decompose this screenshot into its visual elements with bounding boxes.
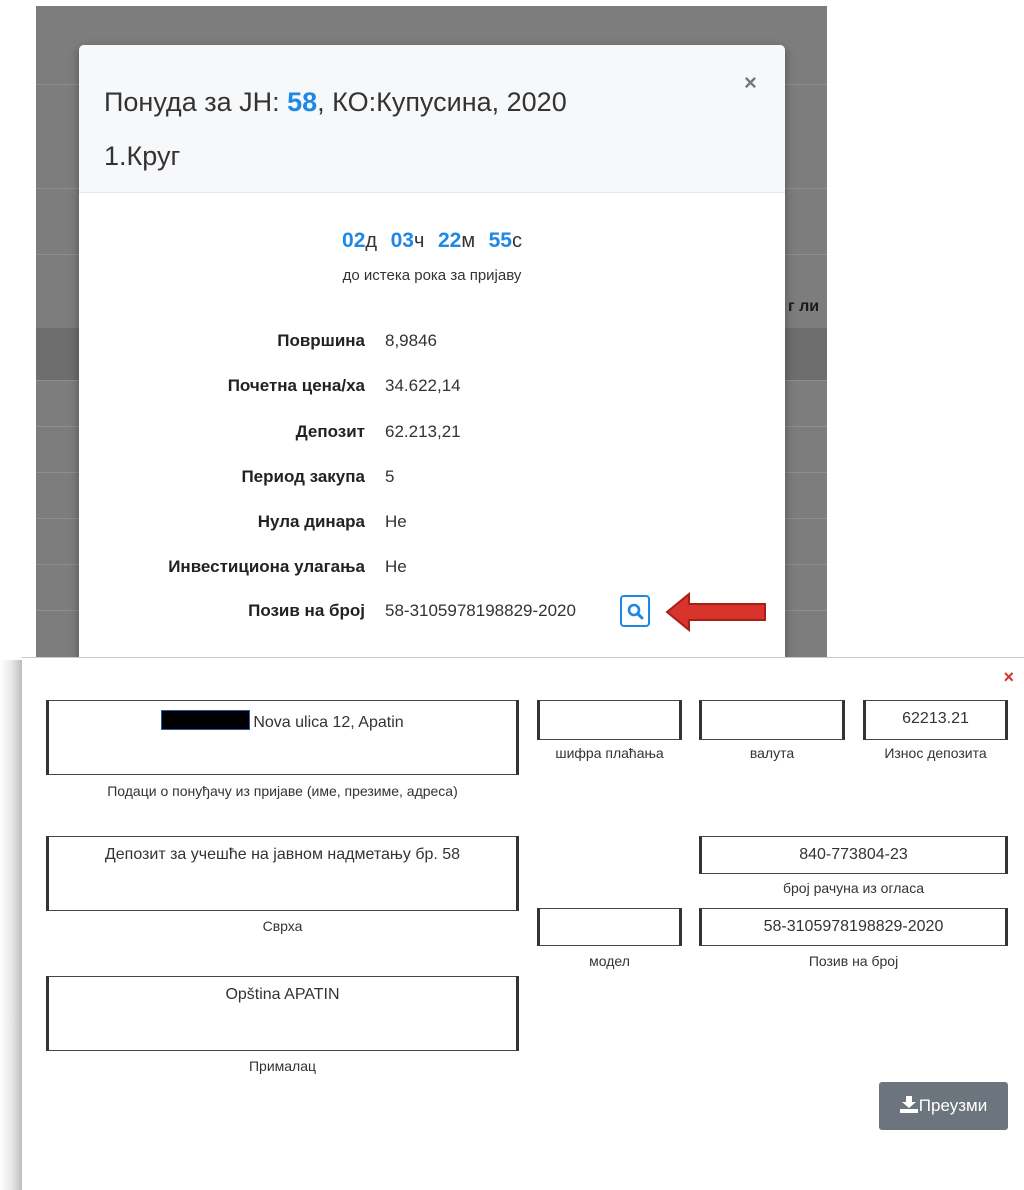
countdown-caption: до истека рока за пријаву [342,267,522,284]
background-page-text: г ли [788,298,820,315]
field-value: Не [385,557,407,576]
slip-shadow [0,660,22,1190]
countdown-timer: 02д 03ч 22м 55с [79,229,785,253]
field-value: 34.622,14 [385,376,461,395]
field-value: 8,9846 [385,331,437,350]
redacted-name [161,710,251,730]
purpose-field[interactable]: Депозит за учешће на јавном надметању бр… [46,836,519,911]
reference-number-label: Позив на број [808,953,899,969]
modal-header: Понуда за ЈН: 58, КО:Купусина, 2020 1.Кр… [79,45,785,193]
close-icon[interactable]: × [744,72,757,94]
download-label: Преузми [918,1096,988,1115]
field-label: Нула динара [257,512,365,531]
payer-value: Nova ulica 12, Apatin [253,714,404,731]
payer-field[interactable]: Nova ulica 12, Apatin [46,700,519,775]
title-prefix: Понуда за ЈН: [104,87,288,117]
field-value: 58-3105978198829-2020 [385,601,576,620]
recipient-field[interactable]: Opština APATIN [46,976,519,1051]
search-icon [627,603,644,620]
close-icon[interactable]: × [1003,668,1014,686]
field-label: Површина [277,331,365,350]
field-row-lease-period: Период закупа 5 [79,467,785,493]
field-label: Депозит [295,422,365,441]
amount-field[interactable]: 62213.21 [863,700,1008,740]
countdown-hours: 03 [390,229,414,252]
field-value: 5 [385,467,395,486]
field-label: Период закупа [241,467,365,486]
reference-number-field[interactable]: 58-3105978198829-2020 [699,908,1008,946]
account-number-field[interactable]: 840-773804-23 [699,836,1008,874]
download-icon [899,1096,918,1113]
reference-search-button[interactable] [620,595,650,627]
model-field[interactable] [537,908,682,946]
field-row-zero-dinars: Нула динара Не [79,512,785,538]
account-number-label: број рачуна из огласа [782,880,924,896]
title-suffix: , КО:Купусина, 2020 [317,87,567,117]
field-label: Почетна цена/ха [227,376,365,395]
field-value: 62.213,21 [385,422,461,441]
field-row-deposit: Депозит 62.213,21 [79,422,785,448]
field-value: Не [385,512,407,531]
field-row-area: Површина 8,9846 [79,331,785,357]
payer-label: Подаци о понуђачу из пријаве (име, прези… [107,783,458,799]
field-label: Инвестициона улагања [168,557,365,576]
field-label: Позив на број [248,601,365,620]
red-arrow-annotation [665,591,766,633]
payment-code-field[interactable] [537,700,682,740]
countdown-hours-unit: ч [413,230,425,252]
countdown-days: 02 [342,229,366,252]
countdown-minutes: 22 [437,229,462,252]
countdown-seconds: 55 [488,229,512,252]
field-row-start-price: Почетна цена/ха 34.622,14 [79,376,785,402]
model-label: модел [589,953,630,969]
title-round: 1.Круг [104,141,181,171]
countdown-minutes-unit: м [461,230,476,252]
field-row-investments: Инвестициона улагања Не [79,557,785,583]
currency-label: валута [749,745,795,761]
countdown-seconds-unit: с [511,230,522,252]
download-button[interactable]: Преузми [879,1082,1008,1130]
payment-code-label: шифра плаћања [555,745,664,761]
recipient-label: Прималац [248,1058,317,1074]
title-jn-number[interactable]: 58 [287,87,317,117]
countdown-days-unit: д [365,230,378,252]
currency-field[interactable] [699,700,845,740]
modal-title: Понуда за ЈН: 58, КО:Купусина, 2020 1.Кр… [104,75,674,183]
purpose-label: Сврха [262,918,303,934]
amount-label: Износ депозита [884,745,987,761]
offer-modal: Понуда за ЈН: 58, КО:Купусина, 2020 1.Кр… [79,45,785,660]
payment-slip-panel: × Nova ulica 12, Apatin Подаци о понуђач… [22,657,1024,1190]
